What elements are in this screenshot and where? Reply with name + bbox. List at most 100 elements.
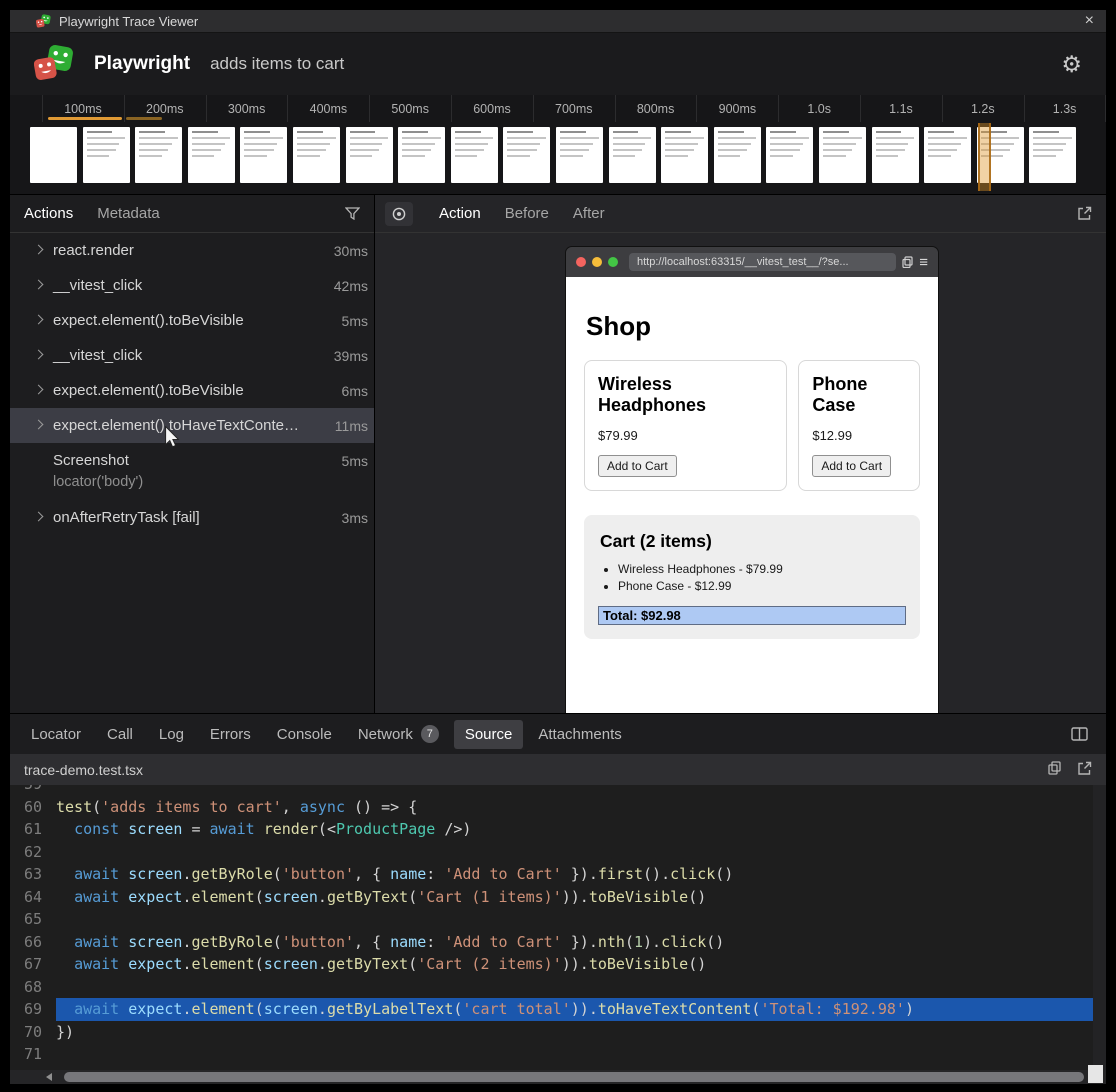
chevron-right-icon[interactable] [34,350,44,360]
open-external-icon[interactable] [1077,761,1092,779]
tab-metadata[interactable]: Metadata [97,205,160,222]
action-item[interactable]: onAfterRetryTask [fail]3ms [10,500,374,535]
action-item[interactable]: __vitest_click42ms [10,268,374,303]
timeline-tick: 200ms [146,102,184,116]
split-view-icon[interactable] [1071,727,1088,741]
timeline-thumbnail[interactable] [451,127,498,183]
window-titlebar: Playwright Trace Viewer × [10,10,1106,33]
timeline-thumbnail[interactable] [293,127,340,183]
code-text [56,908,1106,931]
timeline-thumbnail[interactable] [135,127,182,183]
code-text: test('adds items to cart', async () => { [56,796,1106,819]
timeline-thumbnail[interactable] [398,127,445,183]
timeline-action-span [48,117,122,120]
horizontal-scrollbar[interactable] [10,1070,1106,1084]
add-to-cart-button[interactable]: Add to Cart [812,455,891,477]
timeline-thumbnail[interactable] [83,127,130,183]
url-bar[interactable]: http://localhost:63315/__vitest_test__/?… [629,253,896,271]
timeline-thumbnail[interactable] [346,127,393,183]
timeline-thumbnail[interactable] [30,127,77,183]
filter-icon[interactable] [345,207,360,220]
timeline-thumbnail[interactable] [766,127,813,183]
action-item[interactable]: expect.element().toBeVisible6ms [10,373,374,408]
open-external-icon[interactable] [1077,206,1092,221]
timeline[interactable]: 100ms200ms300ms400ms500ms600ms700ms800ms… [10,95,1106,195]
action-label: expect.element().toBeVisible [53,312,244,329]
action-row[interactable]: react.render30ms [10,233,374,268]
tab-locator[interactable]: Locator [20,720,92,749]
tab-action[interactable]: Action [439,205,481,222]
code-text: await expect.element(screen.getByText('C… [56,953,1106,976]
timeline-thumbnail[interactable] [609,127,656,183]
code-line: 68 [10,976,1106,999]
timeline-thumbnail[interactable] [924,127,971,183]
tab-source[interactable]: Source [454,720,524,749]
code-line: 62 [10,841,1106,864]
action-item[interactable]: react.render30ms [10,233,374,268]
action-row[interactable]: expect.element().toHaveTextConte…11ms [10,408,374,443]
pick-locator-button[interactable] [385,202,413,226]
code-line: 60test('adds items to cart', async () =>… [10,796,1106,819]
timeline-gridline [451,95,452,122]
tab-after[interactable]: After [573,205,605,222]
close-icon[interactable]: × [1085,13,1094,29]
tab-label: Source [465,726,513,743]
action-item[interactable]: expect.element().toBeVisible 5ms [10,303,374,338]
timeline-thumbnail[interactable] [556,127,603,183]
timeline-thumbnail[interactable] [503,127,550,183]
tab-errors[interactable]: Errors [199,720,262,749]
timeline-gridline [778,95,779,122]
timeline-thumbnail[interactable] [1029,127,1076,183]
tab-log[interactable]: Log [148,720,195,749]
chevron-right-icon[interactable] [34,385,44,395]
action-row[interactable]: expect.element().toBeVisible6ms [10,373,374,408]
vertical-scrollbar[interactable] [1093,785,1106,1070]
action-row[interactable]: __vitest_click 39ms [10,338,374,373]
gear-icon[interactable]: ⚙ [1061,53,1082,76]
tab-actions[interactable]: Actions [24,205,73,222]
chevron-right-icon[interactable] [34,315,44,325]
actions-list: react.render30ms__vitest_click42msexpect… [10,233,374,713]
chevron-right-icon[interactable] [34,245,44,255]
action-duration: 5ms [334,453,368,469]
action-duration: 5ms [334,313,368,329]
copy-url-icon[interactable] [902,256,913,268]
tab-before[interactable]: Before [505,205,549,222]
tab-network[interactable]: Network7 [347,719,450,749]
timeline-thumbnail[interactable] [240,127,287,183]
add-to-cart-button[interactable]: Add to Cart [598,455,677,477]
chevron-right-icon[interactable] [34,420,44,430]
tab-label: Console [277,726,332,743]
timeline-thumbnail[interactable] [819,127,866,183]
menu-icon[interactable]: ≡ [919,255,928,270]
action-row[interactable]: expect.element().toBeVisible 5ms [10,303,374,338]
action-duration: 39ms [326,348,368,364]
scrollbar-thumb[interactable] [64,1072,1084,1082]
timeline-thumbnail[interactable] [872,127,919,183]
cart-item: Phone Case - $12.99 [618,579,906,593]
action-row[interactable]: __vitest_click42ms [10,268,374,303]
copy-icon[interactable] [1048,761,1061,778]
action-row[interactable]: Screenshot5ms [10,443,374,478]
action-item[interactable]: Screenshot5mslocator('body') [10,443,374,500]
scroll-left-arrow-icon[interactable] [46,1073,52,1081]
action-item[interactable]: __vitest_click 39ms [10,338,374,373]
snapshot-body: http://localhost:63315/__vitest_test__/?… [375,233,1106,713]
code-lines: 5960test('adds items to cart', async () … [10,785,1106,1066]
timeline-thumbnail[interactable] [661,127,708,183]
tab-call[interactable]: Call [96,720,144,749]
tab-label: After [573,205,605,222]
timeline-thumbnail[interactable] [188,127,235,183]
tab-attachments[interactable]: Attachments [527,720,632,749]
timeline-tick: 1.2s [971,102,995,116]
action-label: __vitest_click [53,347,142,364]
action-label: expect.element().toHaveTextConte… [53,417,299,434]
tab-console[interactable]: Console [266,720,343,749]
line-number: 70 [10,1021,42,1044]
timeline-thumbnail[interactable] [714,127,761,183]
test-title: adds items to cart [210,54,344,74]
action-row[interactable]: onAfterRetryTask [fail]3ms [10,500,374,535]
action-item[interactable]: expect.element().toHaveTextConte…11ms [10,408,374,443]
chevron-right-icon[interactable] [34,512,44,522]
chevron-right-icon[interactable] [34,280,44,290]
